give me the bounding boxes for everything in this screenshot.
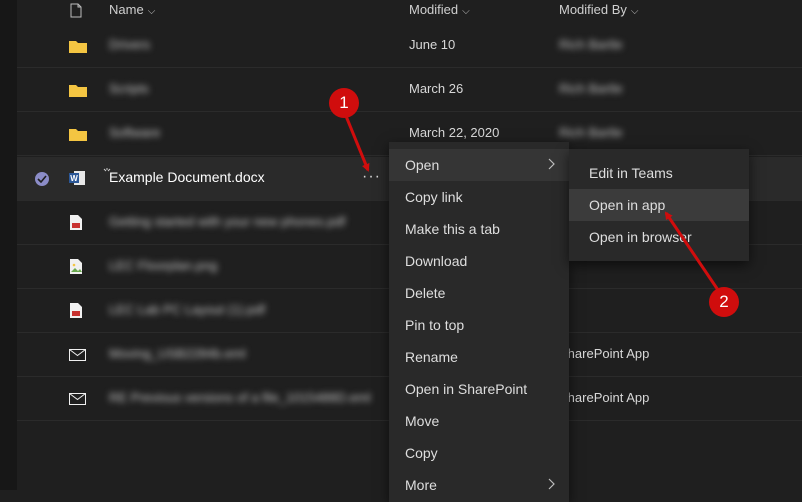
word-doc-icon: W	[69, 170, 87, 188]
file-modified: June 10	[409, 37, 456, 52]
menu-item-label: Copy	[405, 445, 438, 461]
menu-item-delete[interactable]: Delete	[389, 277, 569, 309]
menu-item-pin-to-top[interactable]: Pin to top	[389, 309, 569, 341]
submenu-item-open-in-browser[interactable]: Open in browser	[569, 221, 749, 253]
chevron-down-icon: ⌵	[462, 6, 470, 17]
menu-item-label: More	[405, 477, 437, 493]
submenu-item-label: Edit in Teams	[589, 165, 673, 181]
menu-item-rename[interactable]: Rename	[389, 341, 569, 373]
svg-text:W: W	[70, 174, 78, 183]
folder-icon	[69, 125, 87, 143]
modified-column-label: Modified	[409, 2, 459, 17]
mail-icon	[69, 346, 87, 364]
name-column-header[interactable]: Name ⌵	[109, 2, 155, 17]
file-name[interactable]: LEC Lab PC Layout (1).pdf	[109, 302, 265, 317]
file-list-header: Name ⌵ Modified ⌵ Modified By ⌵	[17, 0, 802, 24]
menu-item-label: Make this a tab	[405, 221, 500, 237]
file-modified-by: Rich Bartle	[559, 125, 623, 140]
modified-by-column-header[interactable]: Modified By ⌵	[559, 2, 639, 17]
file-name[interactable]: LEC Floorplan.png	[109, 258, 217, 273]
file-name[interactable]: Example Document.docx	[109, 169, 265, 185]
file-name[interactable]: Scripts	[109, 81, 149, 96]
pdf-icon	[69, 302, 87, 320]
file-name[interactable]: Moving_USB2284b.eml	[109, 346, 246, 361]
selected-check-icon[interactable]	[35, 172, 49, 186]
menu-item-copy-link[interactable]: Copy link	[389, 181, 569, 213]
file-modified-by: SharePoint App	[559, 390, 650, 405]
submenu-item-edit-in-teams[interactable]: Edit in Teams	[569, 157, 749, 189]
folder-icon	[69, 37, 87, 55]
annotation-badge-2: 2	[709, 287, 739, 317]
menu-item-label: Copy link	[405, 189, 463, 205]
menu-item-open[interactable]: Open	[389, 149, 569, 181]
menu-item-more[interactable]: More	[389, 469, 569, 501]
mail-icon	[69, 390, 87, 408]
menu-item-download[interactable]: Download	[389, 245, 569, 277]
file-name[interactable]: Software	[109, 125, 160, 140]
file-name[interactable]: Drivers	[109, 37, 150, 52]
file-row[interactable]: Drivers June 10 Rich Bartle	[17, 24, 802, 68]
file-modified: March 22, 2020	[409, 125, 500, 140]
folder-icon	[69, 81, 87, 99]
menu-item-open-sharepoint[interactable]: Open in SharePoint	[389, 373, 569, 405]
menu-item-label: Open in SharePoint	[405, 381, 528, 397]
chevron-right-icon	[548, 478, 555, 490]
menu-item-make-tab[interactable]: Make this a tab	[389, 213, 569, 245]
chevron-down-icon: ⌵	[630, 6, 639, 17]
file-type-header-icon[interactable]	[70, 3, 82, 21]
menu-item-label: Download	[405, 253, 468, 269]
chevron-down-icon: ⌵	[147, 6, 156, 17]
file-name[interactable]: Getting started with your new phones.pdf	[109, 214, 345, 229]
menu-item-label: Rename	[405, 349, 458, 365]
open-submenu: Edit in Teams Open in app Open in browse…	[569, 149, 749, 261]
submenu-item-label: Open in app	[589, 197, 666, 213]
chevron-right-icon	[548, 158, 555, 170]
modified-by-column-label: Modified By	[559, 2, 627, 17]
left-rail	[0, 0, 17, 490]
more-options-button[interactable]: ···	[362, 168, 381, 186]
file-row[interactable]: Scripts March 26 Rich Bartle	[17, 68, 802, 112]
pdf-icon	[69, 214, 87, 232]
context-menu: Open Copy link Make this a tab Download …	[389, 142, 569, 502]
file-name[interactable]: RE Previous versions of a file_1015488D.…	[109, 390, 371, 405]
menu-item-move[interactable]: Move	[389, 405, 569, 437]
file-modified-by: Rich Bartle	[559, 81, 623, 96]
menu-item-label: Move	[405, 413, 440, 429]
submenu-item-open-in-app[interactable]: Open in app	[569, 189, 749, 221]
menu-item-label: Delete	[405, 285, 446, 301]
modified-column-header[interactable]: Modified ⌵	[409, 2, 470, 17]
name-column-label: Name	[109, 2, 144, 17]
file-modified: March 26	[409, 81, 464, 96]
image-icon	[69, 258, 87, 276]
menu-item-label: Pin to top	[405, 317, 465, 333]
menu-item-copy[interactable]: Copy	[389, 437, 569, 469]
annotation-badge-1: 1	[329, 88, 359, 118]
menu-item-label: Open	[405, 157, 440, 173]
file-modified-by: Rich Bartle	[559, 37, 623, 52]
file-modified-by: SharePoint App	[559, 346, 650, 361]
submenu-item-label: Open in browser	[589, 229, 692, 245]
